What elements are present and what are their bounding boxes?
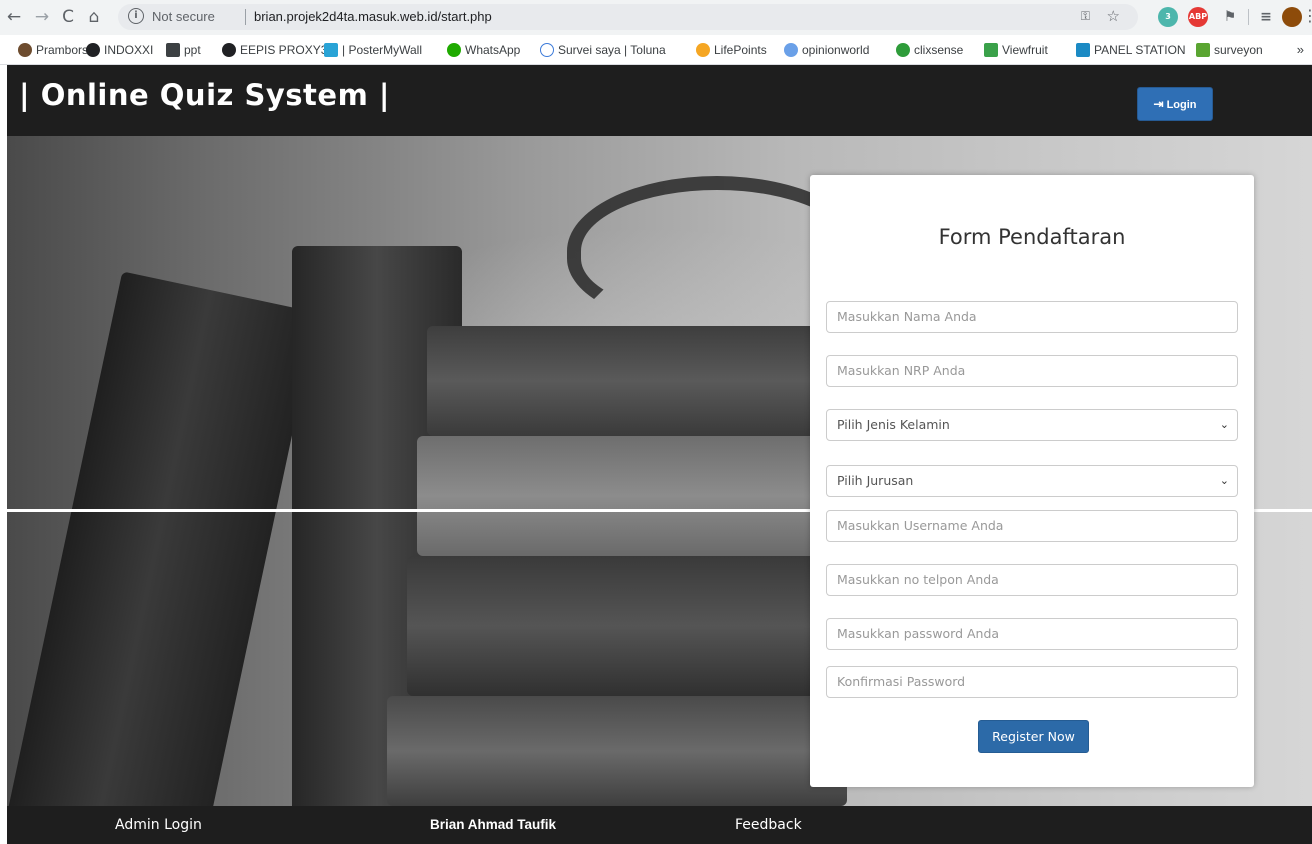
bookmark-favicon-icon	[222, 43, 236, 57]
address-separator	[245, 9, 246, 25]
bookmark-label: Survei saya | Toluna	[558, 43, 666, 57]
gender-select[interactable]: Pilih Jenis Kelamin ⌄	[826, 409, 1238, 441]
browser-toolbar: ← → C ⌂ i Not secure brian.projek2d4ta.m…	[0, 0, 1312, 35]
bookmark-favicon-icon	[18, 43, 32, 57]
home-icon[interactable]: ⌂	[82, 5, 106, 29]
phone-input[interactable]: Masukkan no telpon Anda	[826, 564, 1238, 596]
bookmark-label: clixsense	[914, 43, 964, 57]
bookmark-opinionworld[interactable]: opinionworld	[784, 43, 869, 57]
bookmark-favicon-icon	[86, 43, 100, 57]
forward-arrow-icon[interactable]: →	[30, 5, 54, 29]
password-input[interactable]: Masukkan password Anda	[826, 618, 1238, 650]
bookmark-favicon-icon	[540, 43, 554, 57]
bookmark-favicon-icon	[1196, 43, 1210, 57]
url-text[interactable]: brian.projek2d4ta.masuk.web.id/start.php	[254, 9, 492, 24]
bookmark-ppt[interactable]: ppt	[166, 43, 201, 57]
bookmark-postermywall[interactable]: | PosterMyWall	[324, 43, 422, 57]
chevron-down-icon: ⌄	[1219, 418, 1229, 431]
site-footer: Admin Login Brian Ahmad Taufik Feedback	[7, 806, 1312, 844]
login-label: Login	[1166, 99, 1197, 111]
extension-badge-icon[interactable]: 3	[1158, 7, 1178, 27]
security-status: Not secure	[152, 9, 215, 24]
address-bar[interactable]: i Not secure brian.projek2d4ta.masuk.web…	[118, 4, 1138, 30]
bookmark-favicon-icon	[1076, 43, 1090, 57]
adblock-icon[interactable]: ABP	[1188, 7, 1208, 27]
bookmark-favicon-icon	[166, 43, 180, 57]
info-icon[interactable]: i	[128, 8, 144, 24]
bookmark-favicon-icon	[784, 43, 798, 57]
bookmark-label: Viewfruit	[1002, 43, 1048, 57]
bookmark-favicon-icon	[984, 43, 998, 57]
browser-menu-icon[interactable]: ⋮	[1302, 6, 1312, 25]
major-select-value: Pilih Jurusan	[837, 473, 914, 488]
name-input[interactable]: Masukkan Nama Anda	[826, 301, 1238, 333]
book-shape	[407, 556, 837, 696]
bookmark-manager-icon[interactable]: ⚑	[1220, 7, 1240, 27]
bookmark-label: Prambors	[36, 43, 89, 57]
book-shape	[427, 326, 847, 436]
toolbar-separator	[1248, 9, 1249, 25]
reading-list-icon[interactable]: ≡	[1256, 7, 1276, 27]
bookmark-whatsapp[interactable]: WhatsApp	[447, 43, 520, 57]
bookmark-favicon-icon	[447, 43, 461, 57]
login-icon: ⇥	[1153, 97, 1164, 111]
bookmark-label: surveyon	[1214, 43, 1263, 57]
author-link[interactable]: Brian Ahmad Taufik	[430, 817, 556, 832]
login-button[interactable]: ⇥ Login	[1137, 87, 1213, 121]
bookmark-label: ppt	[184, 43, 201, 57]
bookmarks-overflow-icon[interactable]: »	[1297, 42, 1304, 57]
bookmark-label: EEPIS PROXY3	[240, 43, 328, 57]
bookmark-label: PANEL STATION	[1094, 43, 1186, 57]
username-input[interactable]: Masukkan Username Anda	[826, 510, 1238, 542]
reload-icon[interactable]: C	[56, 5, 80, 29]
bookmark-clixsense[interactable]: clixsense	[896, 43, 963, 57]
book-shape	[7, 271, 319, 806]
bookmark-favicon-icon	[896, 43, 910, 57]
feedback-link[interactable]: Feedback	[735, 817, 802, 833]
key-icon[interactable]: ⚿	[1081, 9, 1090, 24]
bookmark-prambors[interactable]: Prambors	[18, 43, 88, 57]
back-arrow-icon[interactable]: ←	[2, 5, 26, 29]
bookmark-viewfruit[interactable]: Viewfruit	[984, 43, 1048, 57]
bookmark-favicon-icon	[696, 43, 710, 57]
bookmark-label: WhatsApp	[465, 43, 521, 57]
chevron-down-icon: ⌄	[1219, 474, 1229, 487]
bookmark-surveyon[interactable]: surveyon	[1196, 43, 1263, 57]
bookmark-star-icon[interactable]: ☆	[1107, 7, 1120, 25]
bookmark-label: INDOXXI	[104, 43, 154, 57]
bookmark-panel-station[interactable]: PANEL STATION	[1076, 43, 1186, 57]
bookmarks-bar: Prambors INDOXXI ppt EEPIS PROXY3 | Post…	[0, 35, 1312, 65]
bookmark-indoxxi[interactable]: INDOXXI	[86, 43, 153, 57]
bookmark-eepis-proxy3[interactable]: EEPIS PROXY3	[222, 43, 327, 57]
site-header: | Online Quiz System | ⇥ Login	[7, 65, 1312, 136]
nrp-input[interactable]: Masukkan NRP Anda	[826, 355, 1238, 387]
book-shape	[417, 436, 847, 556]
bookmark-favicon-icon	[324, 43, 338, 57]
bookmark-lifepoints[interactable]: LifePoints	[696, 43, 767, 57]
admin-login-link[interactable]: Admin Login	[115, 817, 202, 833]
profile-avatar-icon[interactable]	[1282, 7, 1302, 27]
form-title: Form Pendaftaran	[938, 225, 1126, 249]
confirm-password-input[interactable]: Konfirmasi Password	[826, 666, 1238, 698]
site-title: | Online Quiz System |	[19, 78, 390, 112]
book-shape	[387, 696, 847, 806]
gender-select-value: Pilih Jenis Kelamin	[837, 417, 950, 432]
bookmark-label: LifePoints	[714, 43, 767, 57]
register-button[interactable]: Register Now	[978, 720, 1089, 753]
registration-form: Form Pendaftaran Masukkan Nama Anda Masu…	[810, 175, 1254, 787]
bookmark-toluna[interactable]: Survei saya | Toluna	[540, 43, 666, 57]
major-select[interactable]: Pilih Jurusan ⌄	[826, 465, 1238, 497]
bookmark-label: opinionworld	[802, 43, 870, 57]
bookmark-label: | PosterMyWall	[342, 43, 423, 57]
